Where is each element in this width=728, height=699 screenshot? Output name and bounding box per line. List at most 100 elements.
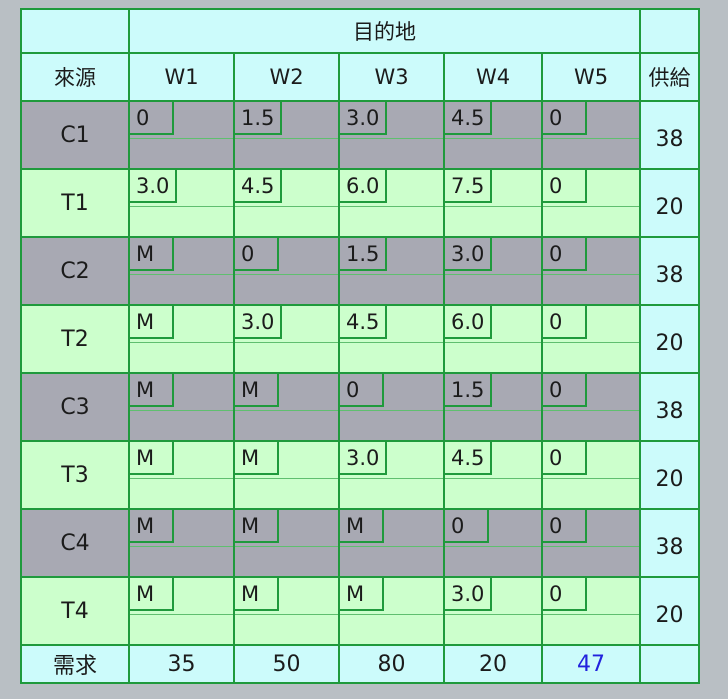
allocation-cell-t2-w3[interactable]: 4.5: [338, 304, 445, 374]
unit-cost-box: 0: [130, 102, 174, 135]
unit-cost-box: M: [130, 578, 174, 611]
unit-cost-box: M: [130, 306, 174, 339]
allocation-cell-t4-w3[interactable]: M: [338, 576, 445, 646]
table-row: T4 M M M 3.0 0 20: [20, 576, 700, 646]
allocation-cell-c2-w3[interactable]: 1.5: [338, 236, 445, 306]
unit-cost-box: 4.5: [340, 306, 388, 339]
supply-cell-c1[interactable]: 38: [639, 100, 700, 170]
allocation-cell-c1-w5[interactable]: 0: [541, 100, 641, 170]
allocation-cell-c2-w4[interactable]: 3.0: [443, 236, 543, 306]
allocation-cell-t3-w2[interactable]: M: [233, 440, 340, 510]
unit-cost-box: 1.5: [340, 238, 388, 271]
column-header-w1: W1: [128, 52, 235, 102]
unit-cost-box: M: [235, 442, 279, 475]
cell-divider: [445, 478, 541, 479]
allocation-cell-c3-w2[interactable]: M: [233, 372, 340, 442]
allocation-cell-c2-w2[interactable]: 0: [233, 236, 340, 306]
allocation-cell-t2-w2[interactable]: 3.0: [233, 304, 340, 374]
row-label-t1: T1: [20, 168, 130, 238]
allocation-cell-c4-w5[interactable]: 0: [541, 508, 641, 578]
supply-cell-t4[interactable]: 20: [639, 576, 700, 646]
allocation-cell-c1-w2[interactable]: 1.5: [233, 100, 340, 170]
transportation-table: 目的地 來源 W1 W2 W3 W4 W5 供給 C1 0 1.5 3.0 4.5 0 38…: [20, 8, 700, 684]
allocation-cell-c3-w5[interactable]: 0: [541, 372, 641, 442]
cell-divider: [445, 410, 541, 411]
unit-cost-box: M: [130, 442, 174, 475]
unit-cost-box: 7.5: [445, 170, 493, 203]
allocation-cell-c2-w1[interactable]: M: [128, 236, 235, 306]
demand-corner-cell: [639, 644, 700, 684]
allocation-cell-c3-w3[interactable]: 0: [338, 372, 445, 442]
cell-divider: [543, 138, 639, 139]
demand-cell-w5[interactable]: 47: [541, 644, 641, 684]
supply-cell-c4[interactable]: 38: [639, 508, 700, 578]
demand-cell-w1[interactable]: 35: [128, 644, 235, 684]
allocation-cell-t4-w1[interactable]: M: [128, 576, 235, 646]
cell-divider: [235, 274, 338, 275]
allocation-cell-c1-w1[interactable]: 0: [128, 100, 235, 170]
cell-divider: [543, 410, 639, 411]
unit-cost-box: 3.0: [445, 578, 493, 611]
supply-cell-t2[interactable]: 20: [639, 304, 700, 374]
allocation-cell-t3-w1[interactable]: M: [128, 440, 235, 510]
cell-divider: [340, 138, 443, 139]
demand-cell-w2[interactable]: 50: [233, 644, 340, 684]
demand-cell-w4[interactable]: 20: [443, 644, 543, 684]
allocation-cell-t3-w3[interactable]: 3.0: [338, 440, 445, 510]
table-row: C3 M M 0 1.5 0 38: [20, 372, 700, 442]
allocation-cell-c4-w4[interactable]: 0: [443, 508, 543, 578]
allocation-cell-t1-w5[interactable]: 0: [541, 168, 641, 238]
cell-divider: [235, 410, 338, 411]
unit-cost-box: 6.0: [445, 306, 493, 339]
allocation-cell-c3-w1[interactable]: M: [128, 372, 235, 442]
column-header-w5: W5: [541, 52, 641, 102]
allocation-cell-t4-w4[interactable]: 3.0: [443, 576, 543, 646]
cell-divider: [130, 342, 233, 343]
cell-divider: [445, 342, 541, 343]
cell-divider: [543, 546, 639, 547]
allocation-cell-c3-w4[interactable]: 1.5: [443, 372, 543, 442]
supply-cell-t1[interactable]: 20: [639, 168, 700, 238]
supply-cell-t3[interactable]: 20: [639, 440, 700, 510]
unit-cost-box: M: [130, 510, 174, 543]
demand-cell-w3[interactable]: 80: [338, 644, 445, 684]
supply-cell-c2[interactable]: 38: [639, 236, 700, 306]
allocation-cell-c4-w2[interactable]: M: [233, 508, 340, 578]
allocation-cell-t2-w5[interactable]: 0: [541, 304, 641, 374]
allocation-cell-t1-w1[interactable]: 3.0: [128, 168, 235, 238]
allocation-cell-t1-w4[interactable]: 7.5: [443, 168, 543, 238]
allocation-cell-t1-w3[interactable]: 6.0: [338, 168, 445, 238]
unit-cost-box: 4.5: [445, 442, 493, 475]
unit-cost-box: M: [340, 510, 384, 543]
row-label-t2: T2: [20, 304, 130, 374]
unit-cost-box: 3.0: [340, 102, 388, 135]
unit-cost-box: 0: [543, 442, 587, 475]
allocation-cell-t4-w5[interactable]: 0: [541, 576, 641, 646]
allocation-cell-t4-w2[interactable]: M: [233, 576, 340, 646]
column-header-w3: W3: [338, 52, 445, 102]
cell-divider: [130, 274, 233, 275]
supply-cell-c3[interactable]: 38: [639, 372, 700, 442]
cell-divider: [340, 206, 443, 207]
allocation-cell-c4-w3[interactable]: M: [338, 508, 445, 578]
allocation-cell-c4-w1[interactable]: M: [128, 508, 235, 578]
unit-cost-box: 0: [543, 238, 587, 271]
column-header-w4: W4: [443, 52, 543, 102]
allocation-cell-c1-w3[interactable]: 3.0: [338, 100, 445, 170]
allocation-cell-t3-w4[interactable]: 4.5: [443, 440, 543, 510]
unit-cost-box: 3.0: [235, 306, 283, 339]
allocation-cell-t1-w2[interactable]: 4.5: [233, 168, 340, 238]
allocation-cell-c1-w4[interactable]: 4.5: [443, 100, 543, 170]
row-label-c4: C4: [20, 508, 130, 578]
cell-divider: [445, 138, 541, 139]
cell-divider: [130, 614, 233, 615]
table-row: C1 0 1.5 3.0 4.5 0 38: [20, 100, 700, 170]
allocation-cell-t2-w4[interactable]: 6.0: [443, 304, 543, 374]
allocation-cell-t2-w1[interactable]: M: [128, 304, 235, 374]
unit-cost-box: M: [130, 374, 174, 407]
allocation-cell-t3-w5[interactable]: 0: [541, 440, 641, 510]
cell-divider: [235, 206, 338, 207]
cell-divider: [340, 342, 443, 343]
allocation-cell-c2-w5[interactable]: 0: [541, 236, 641, 306]
cell-divider: [130, 410, 233, 411]
